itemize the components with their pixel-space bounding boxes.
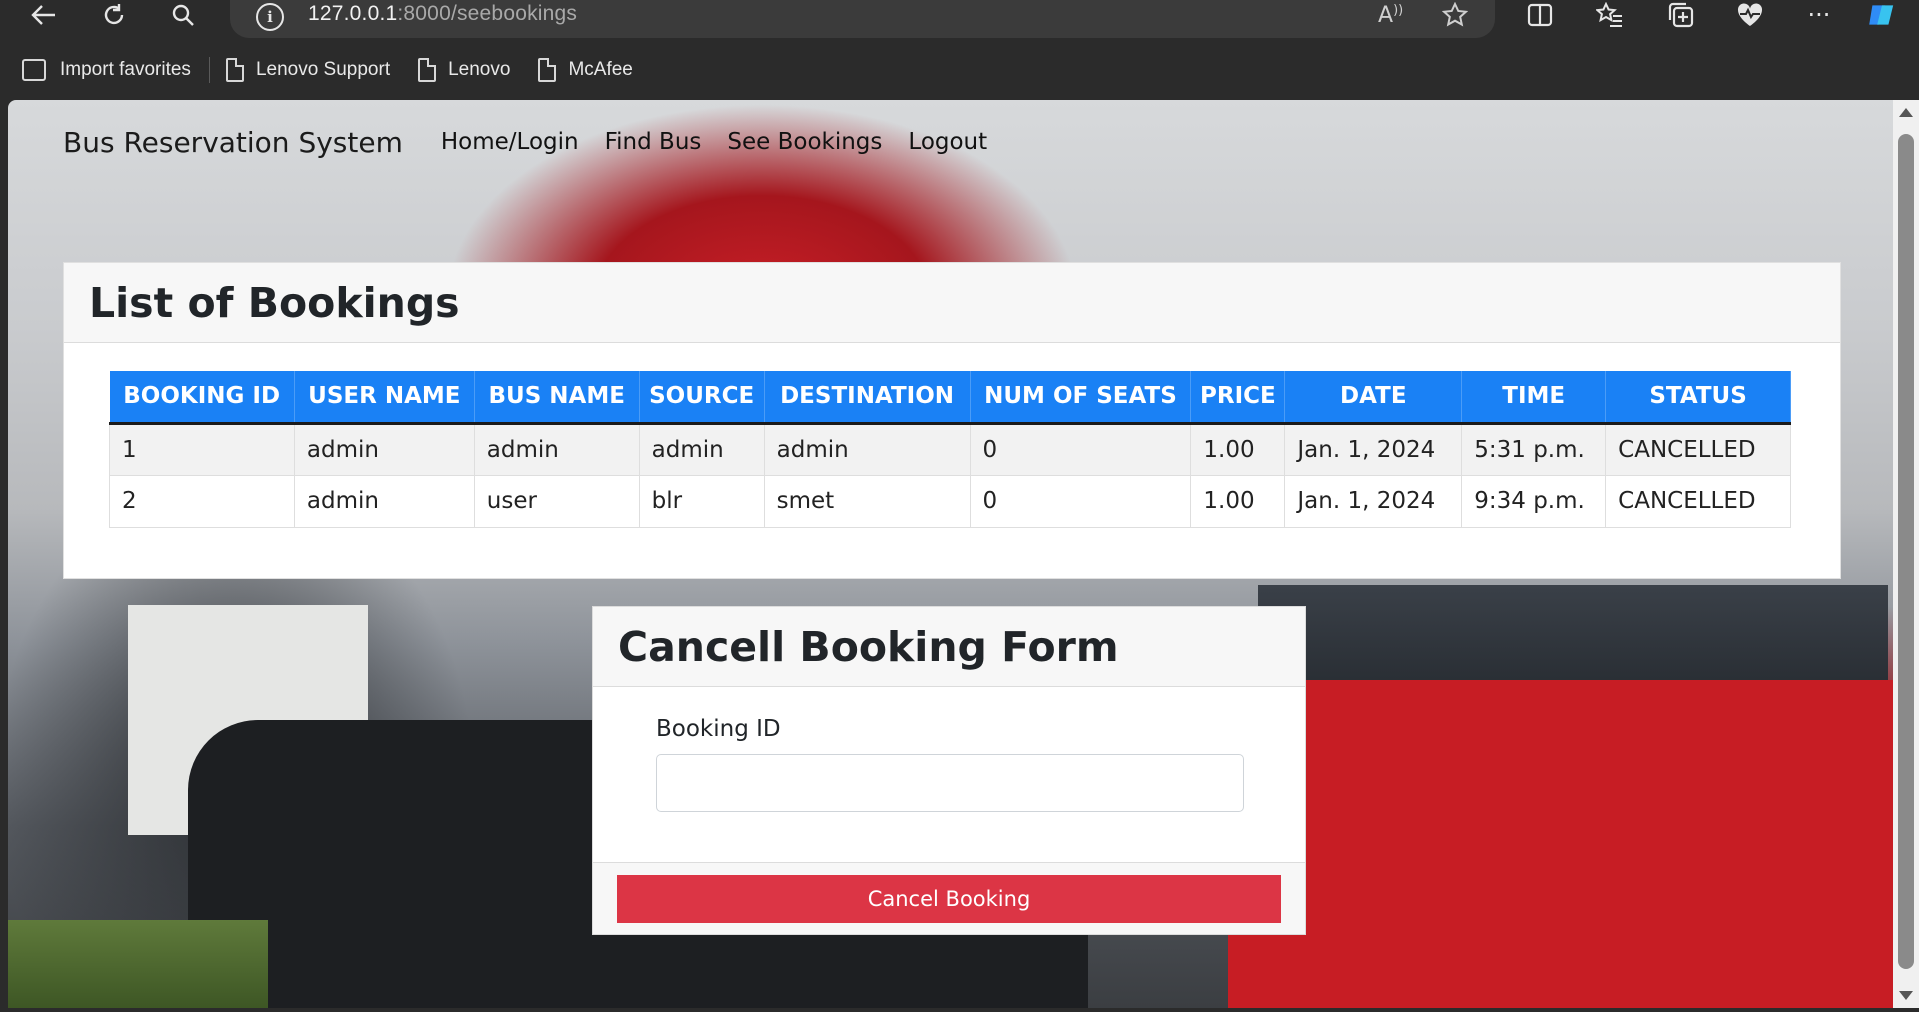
page-scrollbar[interactable] bbox=[1893, 100, 1919, 1008]
bookmark-label: Lenovo bbox=[448, 59, 511, 80]
table-header-row: BOOKING ID USER NAME BUS NAME SOURCE DES… bbox=[109, 371, 1791, 425]
cancel-form-body: Booking ID bbox=[593, 688, 1305, 862]
booking-id-input[interactable] bbox=[656, 754, 1244, 812]
column-header-user-name: USER NAME bbox=[294, 371, 475, 425]
bookmark-label: Import favorites bbox=[60, 59, 191, 80]
background-bus-side bbox=[1228, 680, 1893, 1008]
cancel-booking-button[interactable]: Cancel Booking bbox=[617, 875, 1281, 923]
cell-bus-name: admin bbox=[473, 422, 640, 476]
column-header-price: PRICE bbox=[1190, 371, 1286, 425]
import-icon bbox=[22, 59, 46, 81]
collections-icon[interactable] bbox=[1665, 0, 1697, 30]
scrollbar-thumb[interactable] bbox=[1898, 134, 1914, 969]
browser-essentials-icon[interactable] bbox=[1734, 0, 1766, 30]
refresh-icon[interactable] bbox=[98, 0, 130, 30]
cell-price: 1.00 bbox=[1190, 422, 1286, 476]
cell-status: CANCELLED bbox=[1605, 474, 1791, 528]
browser-toolbar: i 127.0.0.1:8000/seebookings A)) ··· bbox=[0, 0, 1919, 38]
background-grass bbox=[8, 920, 268, 1008]
cell-time: 9:34 p.m. bbox=[1461, 474, 1607, 528]
scroll-down-icon[interactable] bbox=[1899, 991, 1913, 1000]
column-header-num-of-seats: NUM OF SEATS bbox=[970, 371, 1192, 425]
back-icon[interactable] bbox=[28, 0, 60, 30]
read-aloud-icon[interactable]: A)) bbox=[1378, 0, 1403, 30]
brand-title[interactable]: Bus Reservation System bbox=[63, 126, 403, 159]
bookmarks-divider bbox=[208, 57, 210, 83]
cell-booking-id: 2 bbox=[109, 474, 295, 528]
bookings-card-header: List of Bookings bbox=[64, 263, 1840, 343]
cell-destination: admin bbox=[763, 422, 971, 476]
url-host: 127.0.0.1 bbox=[308, 2, 398, 25]
bookings-card: List of Bookings BOOKING ID USER NAME BU… bbox=[63, 262, 1841, 579]
cell-date: Jan. 1, 2024 bbox=[1284, 474, 1463, 528]
column-header-destination: DESTINATION bbox=[764, 371, 971, 425]
cancel-form-footer: Cancel Booking bbox=[593, 862, 1305, 934]
page-icon bbox=[418, 58, 437, 82]
url-path: :8000/seebookings bbox=[397, 2, 578, 25]
cell-booking-id: 1 bbox=[109, 422, 295, 476]
page-icon bbox=[225, 58, 244, 82]
cell-user-name: admin bbox=[293, 474, 475, 528]
nav-link-logout[interactable]: Logout bbox=[908, 129, 987, 155]
cell-user-name: admin bbox=[293, 422, 475, 476]
more-icon[interactable]: ··· bbox=[1803, 0, 1835, 30]
cell-bus-name: user bbox=[473, 474, 640, 528]
nav-link-see-bookings[interactable]: See Bookings bbox=[727, 129, 882, 155]
browser-chrome: i 127.0.0.1:8000/seebookings A)) ··· Imp… bbox=[0, 0, 1919, 100]
column-header-source: SOURCE bbox=[639, 371, 765, 425]
cell-status: CANCELLED bbox=[1605, 422, 1791, 476]
bookmark-lenovo-support[interactable]: Lenovo Support bbox=[225, 58, 391, 82]
cancel-booking-card: Cancell Booking Form Booking ID Cancel B… bbox=[592, 606, 1306, 935]
cell-time: 5:31 p.m. bbox=[1461, 422, 1607, 476]
nav-link-find-bus[interactable]: Find Bus bbox=[605, 129, 702, 155]
copilot-icon[interactable] bbox=[1866, 0, 1898, 30]
scroll-up-icon[interactable] bbox=[1899, 108, 1913, 117]
column-header-date: DATE bbox=[1284, 371, 1463, 425]
table-row: 2 admin user blr smet 0 1.00 Jan. 1, 202… bbox=[109, 474, 1791, 528]
cell-num-of-seats: 0 bbox=[969, 474, 1192, 528]
table-row: 1 admin admin admin admin 0 1.00 Jan. 1,… bbox=[109, 422, 1791, 476]
cancel-card-header: Cancell Booking Form bbox=[593, 607, 1305, 687]
search-icon[interactable] bbox=[167, 0, 199, 30]
column-header-time: TIME bbox=[1461, 371, 1607, 425]
column-header-bus-name: BUS NAME bbox=[474, 371, 640, 425]
bookmark-mcafee[interactable]: McAfee bbox=[538, 58, 633, 82]
bookmark-label: Lenovo Support bbox=[255, 59, 391, 80]
cell-source: admin bbox=[638, 422, 765, 476]
page-icon bbox=[538, 58, 557, 82]
cell-destination: smet bbox=[763, 474, 971, 528]
site-navbar: Bus Reservation System Home/Login Find B… bbox=[63, 122, 1013, 162]
cell-source: blr bbox=[638, 474, 765, 528]
bookings-table: BOOKING ID USER NAME BUS NAME SOURCE DES… bbox=[109, 371, 1791, 528]
cell-price: 1.00 bbox=[1190, 474, 1286, 528]
bookmark-lenovo[interactable]: Lenovo bbox=[418, 58, 510, 82]
bookmark-import-favorites[interactable]: Import favorites bbox=[22, 59, 191, 81]
url-text[interactable]: 127.0.0.1:8000/seebookings bbox=[308, 2, 577, 26]
bookings-title: List of Bookings bbox=[89, 278, 460, 327]
page-viewport: Bus Reservation System Home/Login Find B… bbox=[8, 100, 1893, 1008]
booking-id-label: Booking ID bbox=[656, 716, 781, 742]
split-screen-icon[interactable] bbox=[1524, 0, 1556, 30]
cancel-form-title: Cancell Booking Form bbox=[618, 622, 1119, 671]
cell-date: Jan. 1, 2024 bbox=[1284, 422, 1463, 476]
bookmark-label: McAfee bbox=[568, 59, 633, 80]
favorites-bar: Import favorites Lenovo Support Lenovo M… bbox=[0, 52, 661, 88]
column-header-booking-id: BOOKING ID bbox=[109, 371, 295, 425]
address-bar[interactable]: i 127.0.0.1:8000/seebookings A)) bbox=[230, 0, 1495, 38]
cell-num-of-seats: 0 bbox=[969, 422, 1192, 476]
favorites-icon[interactable] bbox=[1594, 0, 1626, 30]
column-header-status: STATUS bbox=[1605, 371, 1791, 425]
nav-link-home-login[interactable]: Home/Login bbox=[441, 129, 579, 155]
info-icon[interactable]: i bbox=[256, 3, 284, 31]
favorite-star-icon[interactable] bbox=[1442, 0, 1468, 30]
